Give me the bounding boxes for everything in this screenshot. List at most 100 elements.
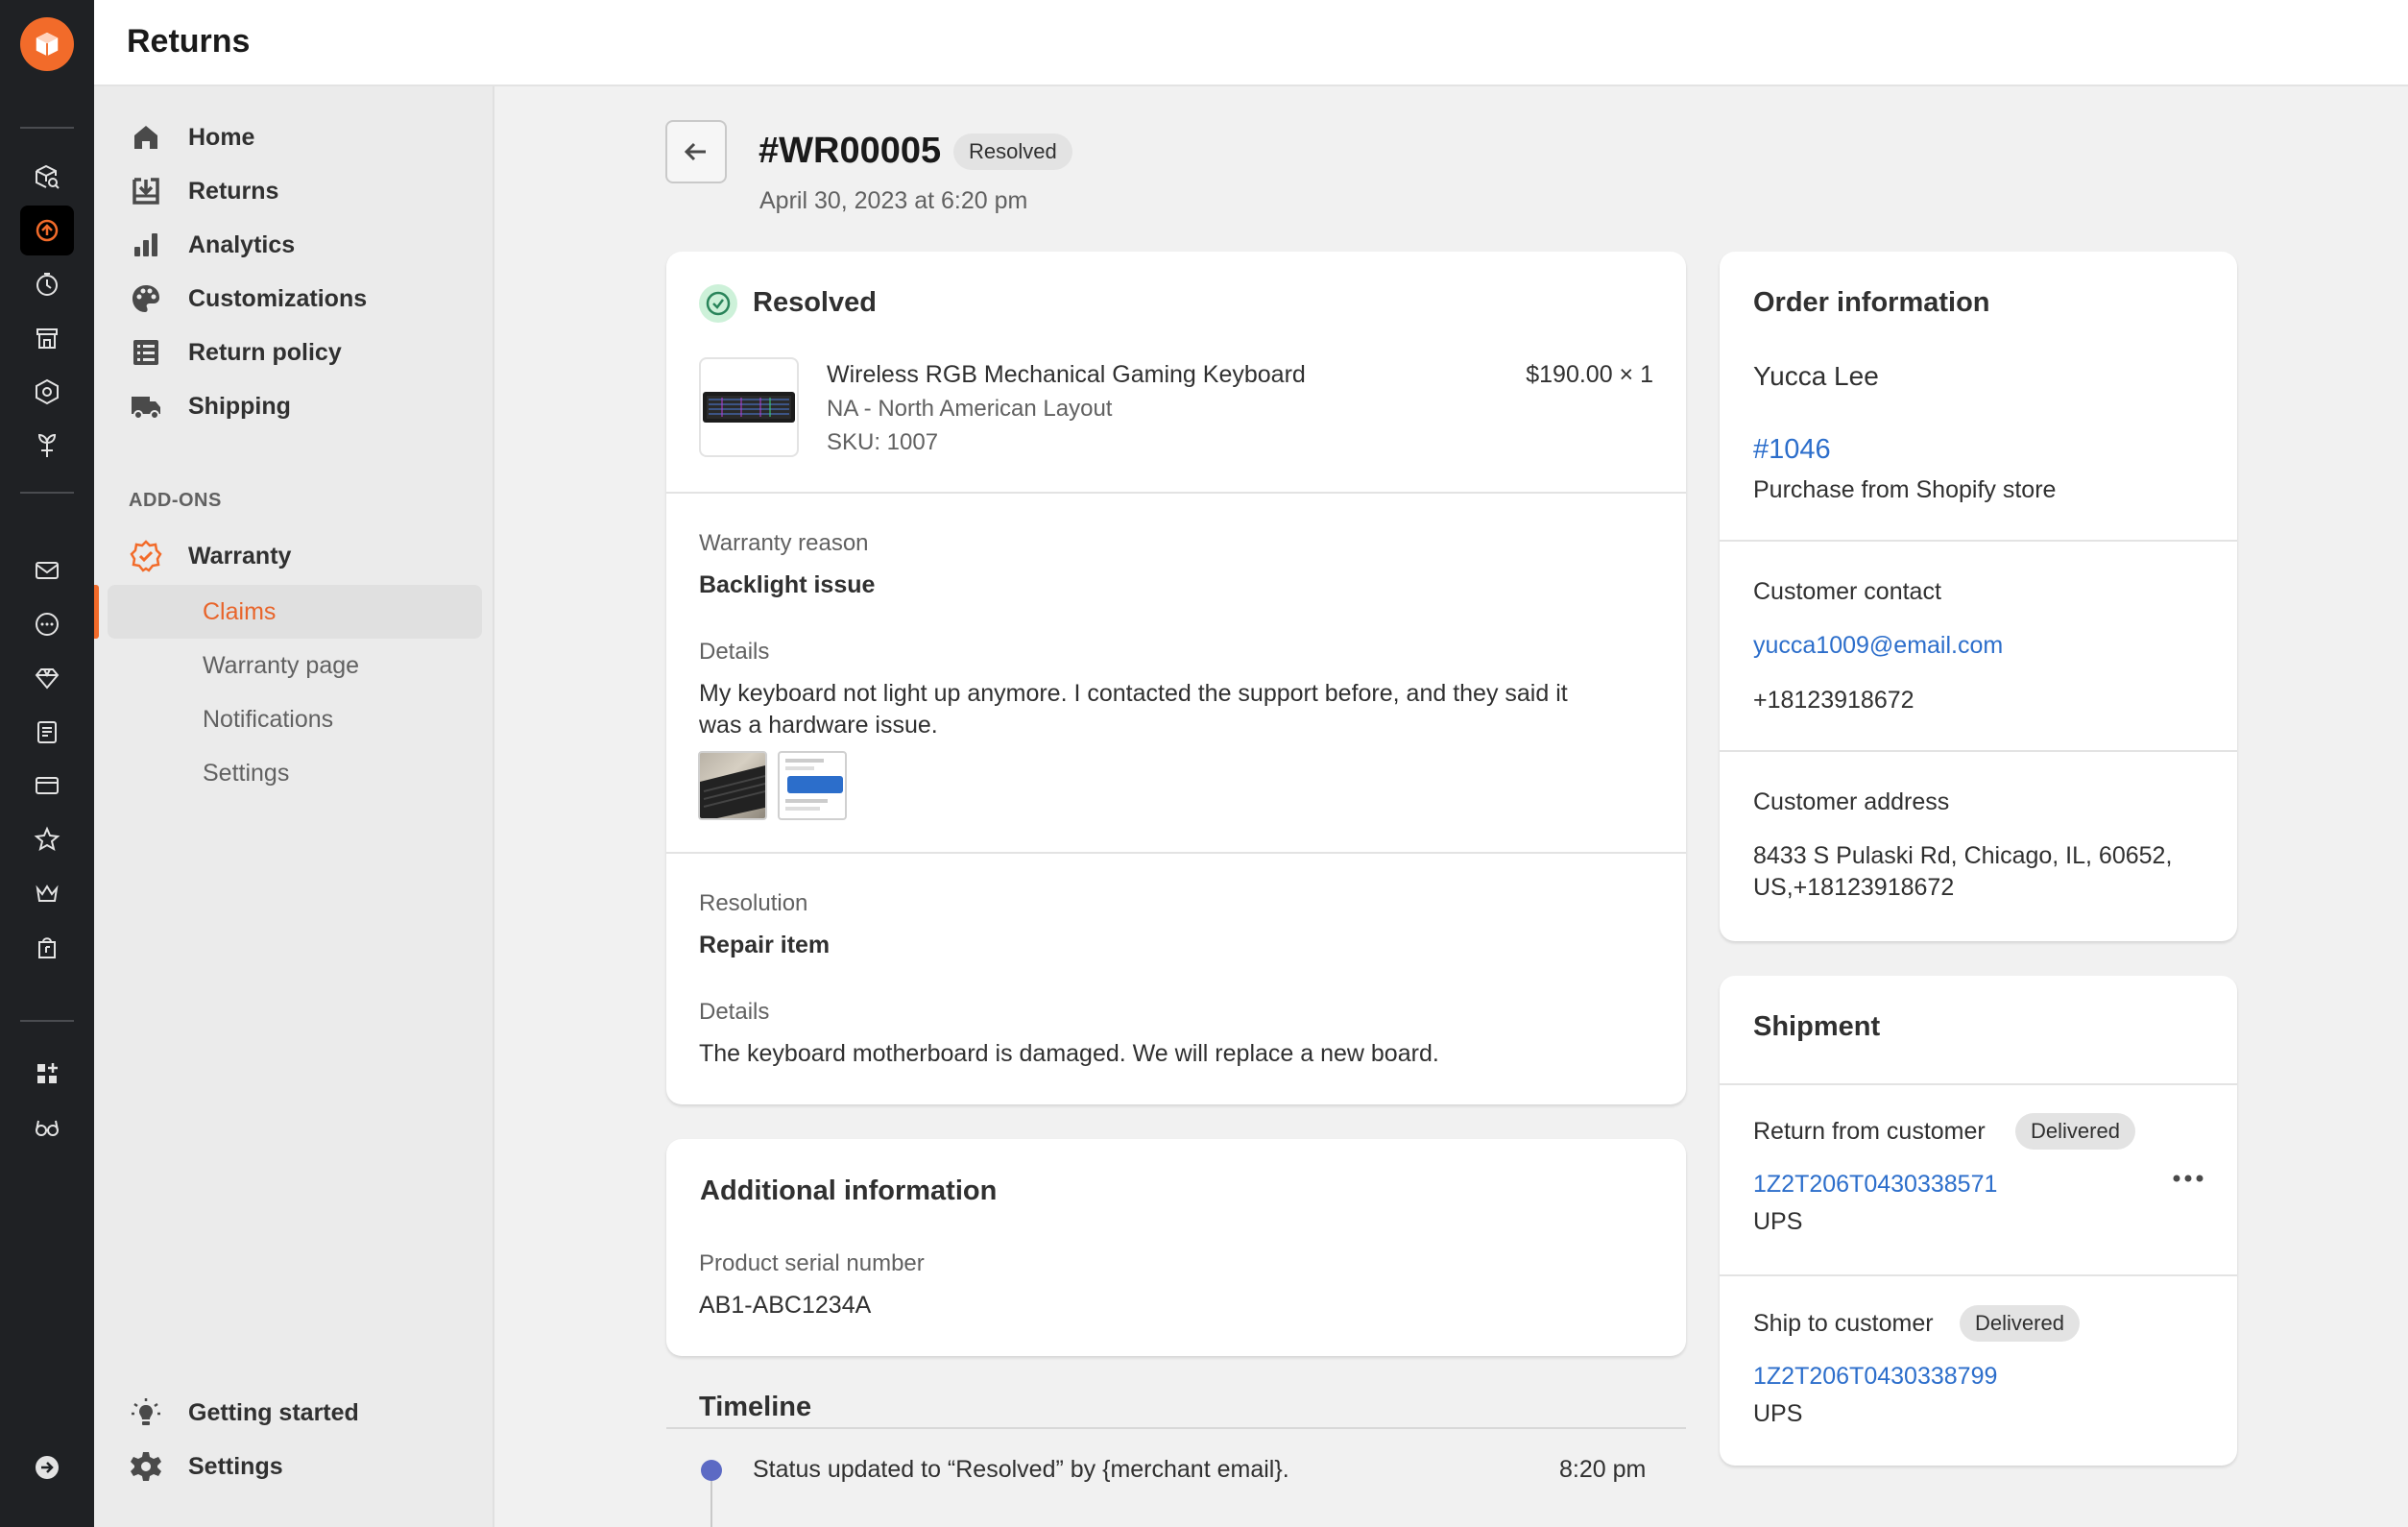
divider: [1720, 1274, 2237, 1276]
timeline-event-time: 8:20 pm: [1559, 1456, 1647, 1483]
shopping-bag-icon: [38, 937, 56, 958]
more-options-icon[interactable]: [2169, 1164, 2207, 1193]
rail-returns-app[interactable]: [20, 206, 74, 255]
lightbulb-icon: [129, 1395, 163, 1430]
box-search-icon: [36, 164, 60, 189]
rail-preview[interactable]: [20, 1103, 74, 1152]
product-variant: NA - North American Layout: [827, 396, 1113, 422]
order-info-title: Order information: [1753, 287, 1990, 318]
customer-contact-label: Customer contact: [1753, 578, 1941, 605]
star-icon: [34, 826, 60, 852]
nav-sub-notifications[interactable]: Notifications: [108, 692, 482, 746]
nav-sub-claims[interactable]: Claims: [94, 585, 482, 639]
customer-address-label: Customer address: [1753, 788, 1950, 815]
gear-icon: [129, 1449, 163, 1484]
product-thumbnail[interactable]: [699, 357, 799, 457]
nav-item-return-policy[interactable]: Return policy: [129, 329, 342, 376]
return-shipment-status-badge: Delivered: [2015, 1113, 2135, 1150]
nav-item-shipping[interactable]: Shipping: [129, 383, 291, 429]
box-logo-icon: [36, 32, 59, 57]
claim-date: April 30, 2023 at 6:20 pm: [759, 187, 1028, 214]
details-label: Details: [699, 639, 770, 665]
credit-card-icon: [36, 777, 59, 794]
return-tracking-link[interactable]: 1Z2T206T0430338571: [1753, 1171, 1997, 1199]
nav-item-label: Warranty: [188, 542, 292, 570]
resolution-value: Repair item: [699, 932, 831, 958]
chat-icon: [36, 613, 59, 636]
rail-pages[interactable]: [20, 707, 74, 757]
rail-timer[interactable]: [20, 259, 74, 309]
divider: [1720, 1083, 2237, 1085]
rail-divider: [20, 127, 74, 129]
customer-address-line: 8433 S Pulaski Rd, Chicago, IL, 60652,: [1753, 842, 2173, 869]
customer-address-line: US,+18123918672: [1753, 874, 1955, 901]
back-button[interactable]: [665, 120, 727, 183]
nav-section-addons: ADD-ONS: [129, 490, 222, 511]
nav-item-getting-started[interactable]: Getting started: [129, 1390, 359, 1436]
nav-item-returns[interactable]: Returns: [129, 168, 278, 214]
top-bar: Returns: [94, 0, 2408, 86]
divider: [1720, 750, 2237, 752]
plant-icon: [37, 433, 57, 457]
timeline-dot: [701, 1460, 722, 1481]
details-line: was a hardware issue.: [699, 712, 938, 739]
nav-item-warranty[interactable]: Warranty: [129, 533, 291, 579]
outbound-carrier: UPS: [1753, 1400, 1803, 1427]
status-badge: Resolved: [953, 133, 1072, 170]
side-nav: Home Returns Analytics Customizations Re…: [94, 86, 494, 1527]
nav-item-home[interactable]: Home: [129, 114, 254, 160]
nav-item-label: Home: [188, 123, 255, 151]
rail-expand[interactable]: [20, 1442, 74, 1492]
rail-store[interactable]: [20, 313, 74, 363]
rail-chat[interactable]: [20, 599, 74, 649]
nav-item-label: Returns: [188, 177, 279, 205]
rail-email[interactable]: [20, 545, 74, 595]
divider: [666, 492, 1686, 494]
details-line: My keyboard not light up anymore. I cont…: [699, 680, 1568, 707]
return-carrier: UPS: [1753, 1208, 1803, 1235]
outbound-shipment-label: Ship to customer: [1753, 1310, 1934, 1337]
arrow-left-icon: [684, 142, 706, 161]
keyboard-photo-image: [700, 765, 765, 818]
rail-diamond[interactable]: [20, 653, 74, 703]
order-number-link[interactable]: #1046: [1753, 434, 1831, 466]
timeline-event-text: Status updated to “Resolved” by {merchan…: [753, 1456, 1289, 1483]
rail-plant[interactable]: [20, 421, 74, 471]
rail-card[interactable]: [20, 761, 74, 811]
nav-sub-settings[interactable]: Settings: [108, 746, 482, 800]
additional-info-title: Additional information: [700, 1176, 998, 1206]
page-title: #WR00005: [759, 131, 942, 171]
attachment-screenshot-thumbnail[interactable]: [778, 751, 847, 820]
rail-package[interactable]: [20, 367, 74, 417]
nav-item-settings[interactable]: Settings: [129, 1443, 283, 1490]
analytics-icon: [129, 228, 163, 262]
rail-bag[interactable]: [20, 922, 74, 972]
nav-item-label: Shipping: [188, 392, 291, 420]
app-logo[interactable]: [20, 17, 74, 71]
shipment-card: Shipment Return from customer Delivered …: [1720, 976, 2237, 1466]
outbound-tracking-link[interactable]: 1Z2T206T0430338799: [1753, 1363, 1997, 1391]
truck-icon: [129, 389, 163, 424]
resolution-label: Resolution: [699, 890, 808, 916]
product-name[interactable]: Wireless RGB Mechanical Gaming Keyboard: [827, 361, 1306, 389]
nav-item-analytics[interactable]: Analytics: [129, 222, 295, 268]
diamond-icon: [35, 668, 60, 690]
warranty-reason-value: Backlight issue: [699, 571, 876, 598]
warranty-reason-label: Warranty reason: [699, 530, 869, 556]
rail-star[interactable]: [20, 814, 74, 864]
nav-sub-warranty-page[interactable]: Warranty page: [108, 639, 482, 692]
divider: [1720, 540, 2237, 542]
app-title: Returns: [127, 23, 251, 60]
resolution-details-label: Details: [699, 999, 770, 1025]
chat-screenshot-image: [785, 759, 843, 811]
rail-crown[interactable]: [20, 868, 74, 918]
attachment-photo-thumbnail[interactable]: [698, 751, 767, 820]
check-circle-icon: [699, 284, 737, 323]
nav-item-customizations[interactable]: Customizations: [129, 276, 367, 322]
rail-search-products[interactable]: [20, 152, 74, 202]
rail-apps[interactable]: [20, 1049, 74, 1099]
order-source: Purchase from Shopify store: [1753, 476, 2057, 503]
customer-email-link[interactable]: yucca1009@email.com: [1753, 632, 2003, 660]
product-price: $190.00 × 1: [1526, 361, 1653, 388]
home-icon: [129, 120, 163, 155]
